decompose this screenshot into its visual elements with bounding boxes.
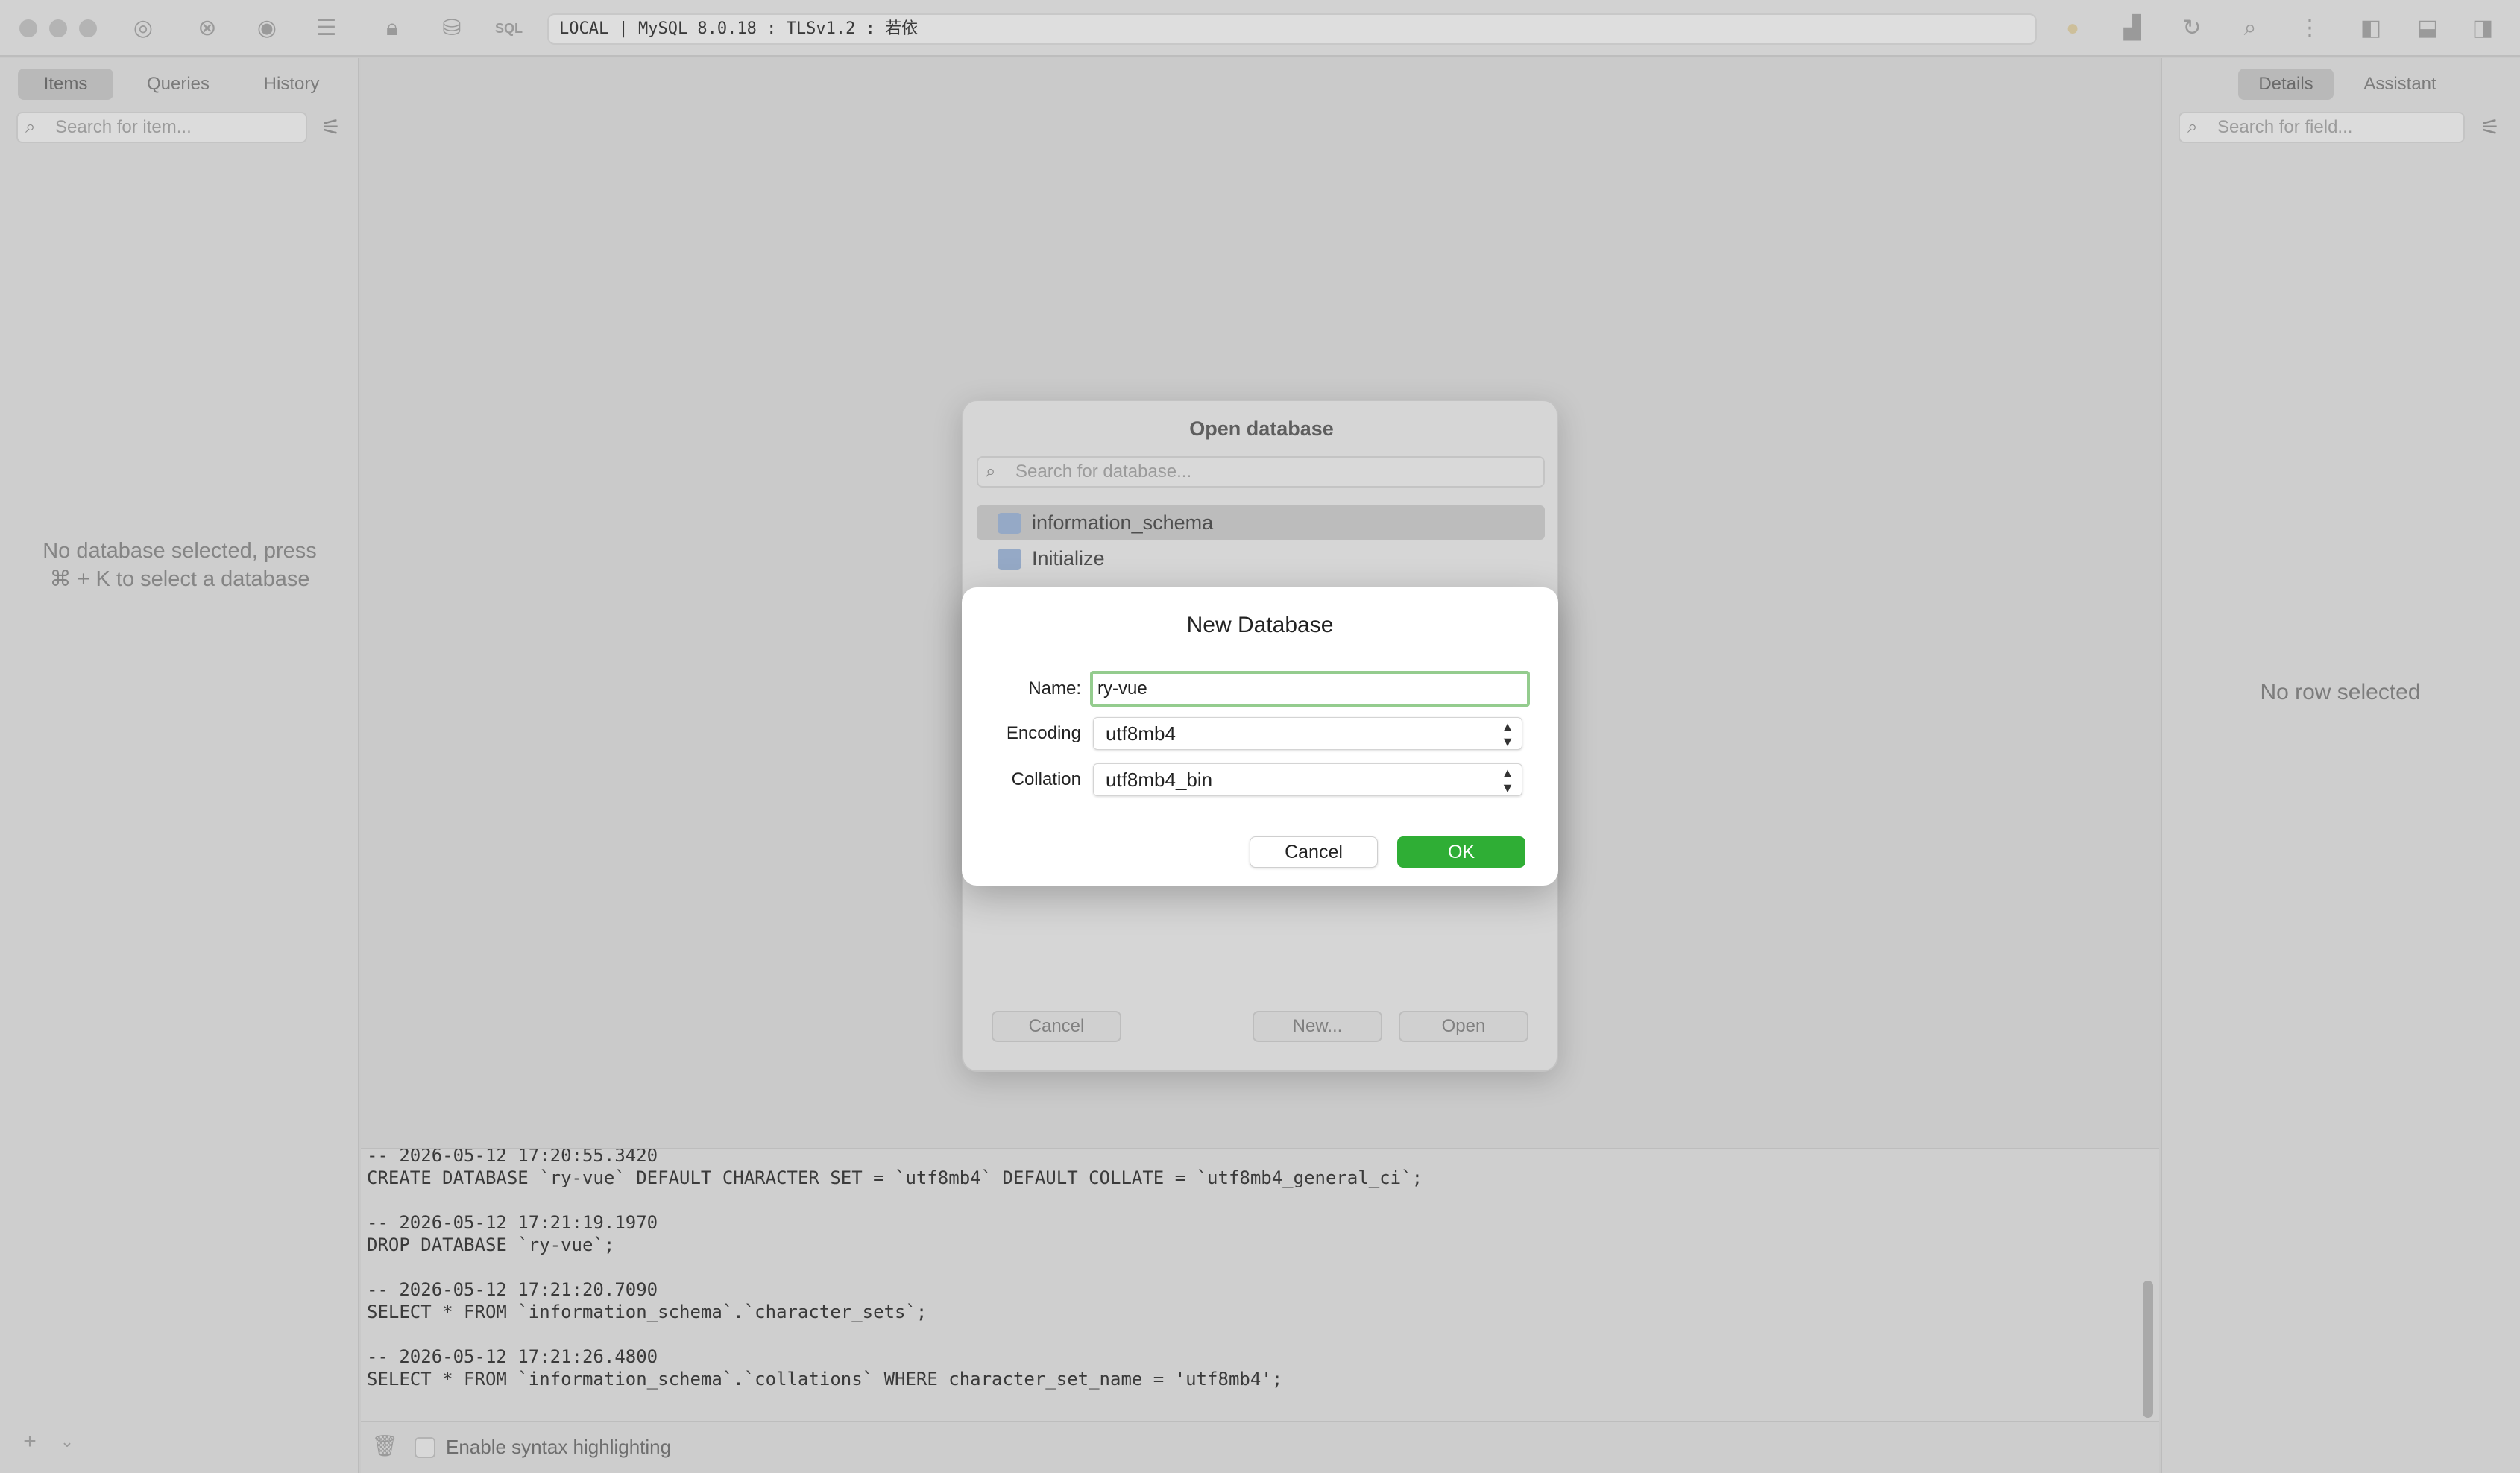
log-line: CREATE DATABASE `ry-vue` DEFAULT CHARACT… xyxy=(367,1167,1423,1188)
no-row-message: No row selected xyxy=(2260,680,2421,704)
log-line: SELECT * FROM `information_schema`.`coll… xyxy=(367,1369,1283,1390)
more-icon[interactable]: ⋮ xyxy=(2296,15,2323,42)
database-name-input[interactable]: ry-vue xyxy=(1090,671,1530,707)
syntax-highlight-label: Enable syntax highlighting xyxy=(446,1436,672,1458)
log-line: -- 2026-05-12 17:21:26.4800 xyxy=(367,1346,658,1367)
toggle-left-panel-icon[interactable]: ◧ xyxy=(2357,15,2384,42)
select-arrows-icon: ▲ ▼ xyxy=(1501,766,1514,795)
search-icon: ⌕ xyxy=(2187,117,2198,137)
dialog-title: New Database xyxy=(1186,613,1334,637)
database-icon[interactable]: ⛁ xyxy=(438,15,465,42)
encoding-select[interactable]: utf8mb4 ▲ ▼ xyxy=(1093,717,1522,750)
list-icon[interactable]: ☰ xyxy=(313,15,340,42)
lock-icon[interactable]: 🔒︎ xyxy=(379,15,406,42)
log-line: -- 2026-05-12 17:21:20.7090 xyxy=(367,1279,658,1300)
toggle-right-panel-icon[interactable]: ◨ xyxy=(2469,15,2496,42)
tab-queries[interactable]: Queries xyxy=(125,69,231,100)
log-line: SELECT * FROM `information_schema`.`char… xyxy=(367,1302,927,1322)
no-database-message: No database selected, press ⌘ + K to sel… xyxy=(42,539,317,591)
ok-button[interactable]: OK xyxy=(1397,836,1525,868)
connection-address-bar[interactable]: LOCAL | MySQL 8.0.18 : TLSv1.2 : 若依 xyxy=(547,13,2037,45)
field-search-input[interactable]: Search for field... xyxy=(2179,112,2465,143)
collation-select[interactable]: utf8mb4_bin ▲ ▼ xyxy=(1093,763,1522,796)
refresh-icon[interactable]: ↻ xyxy=(2179,15,2205,42)
right-panel: Details Assistant Search for field... ⌕ … xyxy=(2161,58,2520,1473)
cancel-button[interactable]: Cancel xyxy=(1250,836,1378,868)
open-button[interactable]: Open xyxy=(1399,1011,1528,1042)
new-database-button[interactable]: New... xyxy=(1253,1011,1382,1042)
stop-icon[interactable]: ⊗ xyxy=(194,15,221,42)
name-label: Name: xyxy=(1028,678,1081,698)
syntax-highlight-checkbox[interactable] xyxy=(415,1437,435,1458)
search-icon: ⌕ xyxy=(25,117,36,137)
status-dot-icon: ● xyxy=(2065,16,2080,40)
item-search-input[interactable]: Search for item... xyxy=(16,112,307,143)
search-icon: ⌕ xyxy=(986,461,996,482)
minimize-window-icon[interactable] xyxy=(49,19,67,37)
new-database-dialog: New Database Name: ry-vue Encoding utf8m… xyxy=(962,587,1558,886)
collation-label: Collation xyxy=(1011,769,1081,789)
open-database-title: Open database xyxy=(1189,417,1334,440)
filter-icon[interactable]: ⚟ xyxy=(319,116,343,140)
close-window-icon[interactable] xyxy=(19,19,37,37)
log-footer: 🗑︎ Enable syntax highlighting xyxy=(361,1421,2159,1473)
encoding-label: Encoding xyxy=(1006,723,1081,743)
left-sidebar: Items Queries History Search for item...… xyxy=(0,58,359,1473)
add-icon[interactable]: + xyxy=(16,1428,43,1455)
toggle-bottom-panel-icon[interactable]: ⬓ xyxy=(2414,15,2441,42)
log-line: DROP DATABASE `ry-vue`; xyxy=(367,1234,615,1255)
chevron-down-icon[interactable]: ⌄ xyxy=(54,1428,81,1455)
sql-icon[interactable]: SQL xyxy=(495,15,523,42)
database-icon xyxy=(998,549,1021,570)
filter-icon[interactable]: ⚟ xyxy=(2478,116,2502,140)
preview-eye-icon[interactable]: ◉ xyxy=(253,15,280,42)
query-log[interactable]: -- 2026-05-12 17:20:55.3420 CREATE DATAB… xyxy=(361,1148,2159,1421)
select-arrows-icon: ▲ ▼ xyxy=(1501,719,1514,749)
trash-icon[interactable]: 🗑︎ xyxy=(371,1433,398,1460)
title-bar: ◎ ⊗ ◉ ☰ 🔒︎ ⛁ SQL LOCAL | MySQL 8.0.18 : … xyxy=(0,0,2520,57)
connection-icon[interactable]: ◎ xyxy=(130,15,157,42)
database-icon xyxy=(998,513,1021,534)
log-line: -- 2026-05-12 17:20:55.3420 xyxy=(367,1148,658,1166)
tab-history[interactable]: History xyxy=(240,69,343,100)
search-icon[interactable]: ⌕ xyxy=(2237,15,2264,42)
tab-details[interactable]: Details xyxy=(2238,69,2334,100)
tab-items[interactable]: Items xyxy=(18,69,113,100)
tab-assistant[interactable]: Assistant xyxy=(2349,69,2451,100)
activity-chart-icon[interactable]: ▟ xyxy=(2119,15,2146,42)
database-search-input[interactable]: Search for database... xyxy=(977,456,1545,488)
database-item[interactable]: information_schema xyxy=(977,505,1545,540)
database-item[interactable]: Initialize xyxy=(977,541,1545,575)
open-sheet-cancel-button[interactable]: Cancel xyxy=(992,1011,1121,1042)
log-line: -- 2026-05-12 17:21:19.1970 xyxy=(367,1212,658,1233)
zoom-window-icon[interactable] xyxy=(79,19,97,37)
log-scrollbar[interactable] xyxy=(2143,1281,2153,1418)
